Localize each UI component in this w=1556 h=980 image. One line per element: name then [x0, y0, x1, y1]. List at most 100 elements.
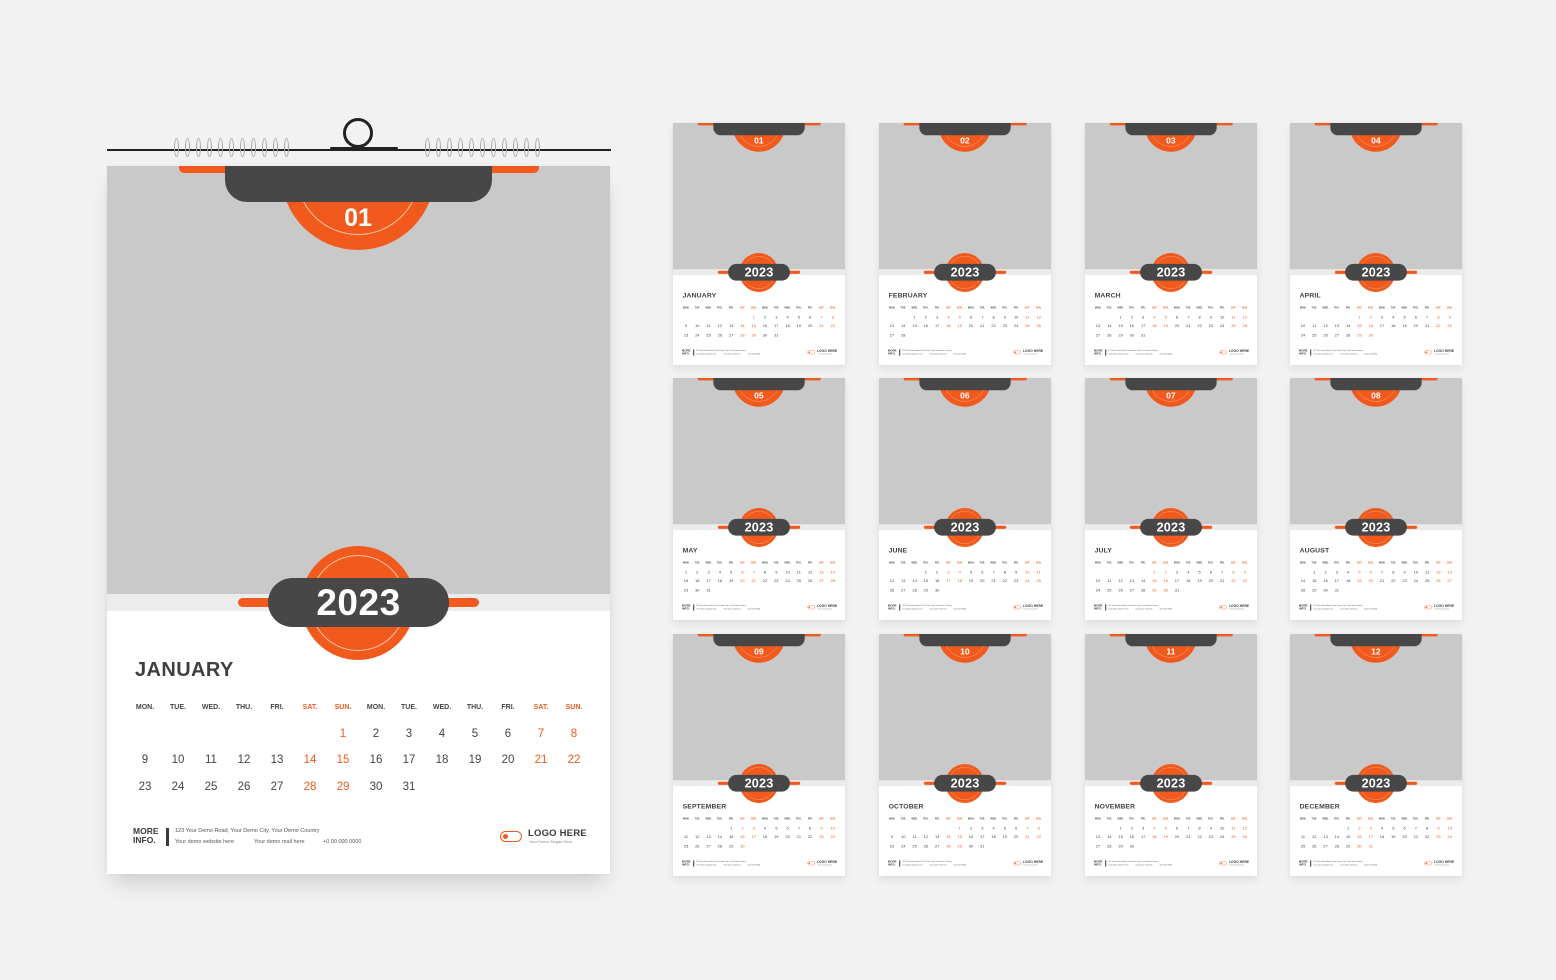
weekday-header: WED.: [1401, 817, 1408, 821]
year-badge: 2023: [934, 774, 996, 792]
date-cell: 9: [141, 754, 149, 766]
weekday-header: THU.: [923, 306, 929, 310]
weekday-header: MON.: [888, 306, 896, 310]
date-cell: 18: [1379, 835, 1385, 840]
info-divider: [899, 349, 901, 356]
date-cell: 26: [1242, 324, 1247, 329]
weekday-header: SUN.: [956, 306, 963, 310]
month-number: 09: [754, 646, 764, 657]
year-badge: 2023: [934, 518, 996, 536]
date-cell: 3: [1175, 570, 1179, 575]
date-cell: 9: [1209, 315, 1212, 320]
phone-text: +0 00 000 0000: [1158, 864, 1173, 867]
date-cell: 9: [775, 570, 778, 575]
weekday-header: SAT.: [945, 561, 951, 565]
weekday-header: SAT.: [1435, 817, 1441, 821]
date-cell: 25: [1424, 579, 1430, 584]
logo-slogan: Your Demo Slogan Here: [817, 353, 833, 355]
spiral-coil-icon: [491, 138, 496, 157]
date-cell: 23: [138, 781, 152, 793]
weekday-header: FRI.: [1345, 817, 1351, 821]
weekday-header: SUN.: [1367, 306, 1374, 310]
weekday-header: SUN.: [750, 817, 757, 821]
date-cell: 27: [270, 781, 284, 793]
date-cell: 31: [774, 333, 779, 338]
date-cell: 15: [1152, 579, 1157, 584]
weekday-header: TUE.: [773, 306, 780, 310]
date-cell: 29: [336, 781, 350, 793]
weekday-header: FRI.: [1140, 561, 1146, 565]
date-cell: 12: [1242, 315, 1247, 320]
weekday-header: WED.: [784, 561, 791, 565]
weekday-header: SAT.: [818, 817, 824, 821]
spiral-coil-icon: [480, 138, 485, 157]
mail-text: Your demo mail here: [929, 864, 947, 867]
date-cell: 24: [1447, 835, 1452, 840]
weekday-header: MON.: [888, 817, 896, 821]
date-cell: 1: [924, 570, 927, 575]
weekday-header: MON.: [761, 306, 769, 310]
date-cell: 19: [1002, 835, 1008, 840]
website-text: Your demo website here: [1108, 864, 1129, 867]
weekday-header: SAT.: [1151, 561, 1157, 565]
year-label: 2023: [316, 581, 401, 623]
top-hanger-tab: [1330, 123, 1422, 136]
date-cell: 20: [1208, 579, 1214, 584]
calendar-page: 11 2023 NOVEMBER MON. TUE. WED. THU. FRI. SAT. SU…: [1085, 634, 1257, 876]
logo-toggle-icon: [1424, 861, 1432, 866]
weekday-header: SUN.: [750, 561, 757, 565]
date-cell: 10: [171, 754, 185, 766]
month-number: 12: [1371, 646, 1381, 657]
date-cell: 4: [763, 826, 767, 831]
weekday-header: SUN.: [1162, 561, 1169, 565]
address-text: 123 Your Demo Road, Your Demo City, Your…: [175, 828, 320, 834]
weekday-header: WED.: [1322, 561, 1329, 565]
date-cell: 14: [1107, 835, 1112, 840]
weekday-header: WED.: [1401, 306, 1408, 310]
date-cell: 1: [684, 570, 688, 575]
info-divider: [1105, 349, 1107, 356]
weekday-header: FRI.: [1424, 561, 1430, 565]
date-cell: 31: [1368, 844, 1373, 849]
top-hanger-tab: [713, 378, 805, 391]
date-cell: 29: [751, 333, 756, 338]
date-cell: 2: [763, 315, 767, 320]
weekday-header: FRI.: [1219, 306, 1225, 310]
date-cell: 5: [958, 315, 961, 320]
more-info-label: MORE INFO.: [1298, 859, 1308, 867]
month-number: 11: [1166, 646, 1176, 657]
date-cell: 22: [1197, 835, 1202, 840]
weekday-header: SUN.: [1367, 561, 1374, 565]
date-cell: 1: [913, 315, 916, 320]
calendar-page: 01 2023 JANUARY MON. TUE. WED. THU. FRI. SAT. SUN…: [673, 123, 845, 365]
date-cell: 11: [1425, 570, 1430, 575]
date-cell: 12: [1036, 315, 1041, 320]
weekday-header: THU.: [235, 704, 253, 711]
date-cell: 16: [1129, 324, 1135, 329]
weekday-header: FRI.: [270, 704, 284, 711]
weekday-header: WED.: [911, 561, 918, 565]
weekday-header: WED.: [705, 817, 712, 821]
date-cell: 5: [1403, 315, 1406, 320]
date-cell: 24: [1095, 588, 1101, 593]
date-cell: 28: [1300, 588, 1306, 593]
date-cell: 29: [1357, 333, 1362, 338]
calendar-page: 08 2023 AUGUST MON. TUE. WED. THU. FRI. SAT. SUN.…: [1290, 378, 1462, 620]
spiral-coil-icon: [469, 138, 474, 157]
weekday-header: TUE.: [1311, 561, 1318, 565]
date-cell: 2: [1324, 570, 1327, 575]
date-cell: 9: [1209, 826, 1212, 831]
date-cell: 19: [468, 754, 482, 766]
date-cell: 25: [912, 844, 917, 849]
date-cell: 10: [1300, 324, 1306, 329]
date-cell: 27: [1095, 844, 1101, 849]
year-badge: 2023: [1345, 263, 1407, 281]
calendar-thumbnail: 07 2023 JULY MON. TUE. WED. THU. FRI. SAT. SUN. MO…: [1085, 378, 1257, 620]
weekday-header: WED.: [990, 817, 997, 821]
date-cell: 12: [1323, 324, 1328, 329]
date-cell: 26: [237, 781, 251, 793]
date-cell: 20: [785, 835, 790, 840]
weekday-header: THU.: [796, 561, 802, 565]
date-cell: 23: [1208, 835, 1214, 840]
mail-text: Your demo mail here: [929, 353, 947, 356]
